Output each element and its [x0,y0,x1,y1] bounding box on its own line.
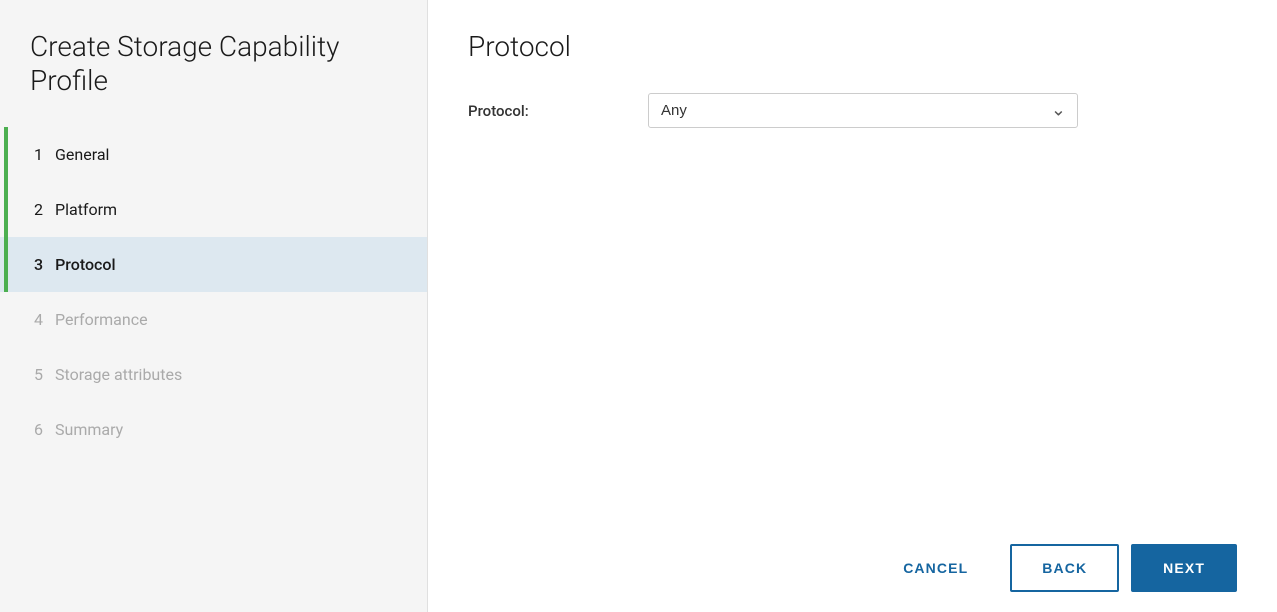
nav-label-protocol: Protocol [55,255,115,274]
main-content: Protocol Protocol: Any FC iSCSI NFS VMFS… [428,0,1277,612]
nav-label-platform: Platform [55,200,117,219]
sidebar-item-storage-attributes: 5 Storage attributes [0,347,427,402]
sidebar-item-platform[interactable]: 2 Platform [0,182,427,237]
nav-number-1: 1 [34,145,43,164]
sidebar-item-general[interactable]: 1 General [0,127,427,182]
back-button[interactable]: BACK [1010,544,1119,592]
nav-number-2: 2 [34,200,43,219]
nav-label-performance: Performance [55,310,148,329]
section-title: Protocol [468,30,1237,63]
sidebar-item-protocol[interactable]: 3 Protocol [0,237,427,292]
sidebar: Create Storage Capability Profile 1 Gene… [0,0,428,612]
next-button[interactable]: NEXT [1131,544,1237,592]
nav-list: 1 General 2 Platform 3 Protocol 4 Perfor… [0,127,427,612]
protocol-label: Protocol: [468,102,648,120]
protocol-form-row: Protocol: Any FC iSCSI NFS VMFS [468,93,1237,128]
page-title: Create Storage Capability Profile [0,30,427,127]
nav-number-5: 5 [34,365,43,384]
nav-label-general: General [55,145,109,164]
nav-number-6: 6 [34,420,43,439]
nav-label-summary: Summary [55,420,123,439]
sidebar-item-performance: 4 Performance [0,292,427,347]
nav-number-4: 4 [34,310,43,329]
sidebar-item-summary: 6 Summary [0,402,427,457]
cancel-button[interactable]: CANCEL [873,546,998,590]
nav-number-3: 3 [34,255,43,274]
protocol-select[interactable]: Any FC iSCSI NFS VMFS [648,93,1078,128]
nav-label-storage-attributes: Storage attributes [55,365,182,384]
protocol-select-wrapper: Any FC iSCSI NFS VMFS [648,93,1078,128]
footer-buttons: CANCEL BACK NEXT [873,544,1237,592]
